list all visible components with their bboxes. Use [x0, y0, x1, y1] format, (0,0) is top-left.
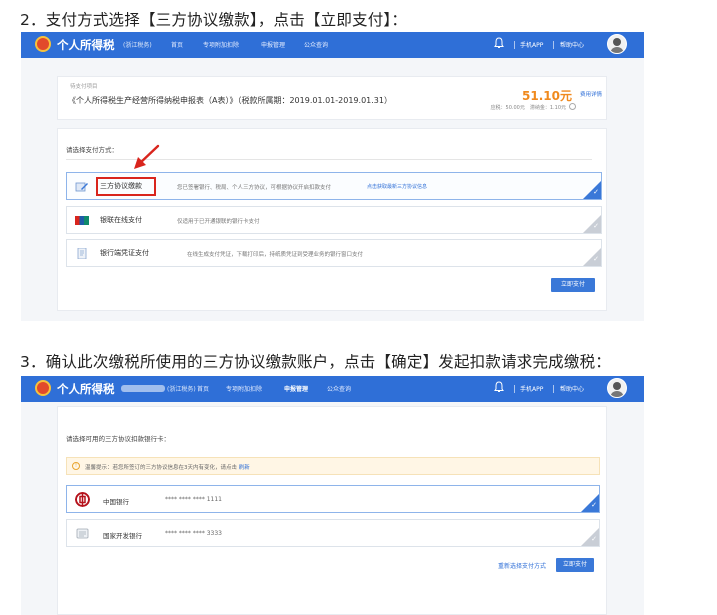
check-icon: ✓ — [591, 535, 597, 543]
bell-icon[interactable] — [494, 381, 504, 393]
option-description: 您已签署银行、税局、个人三方协议，可根据协议开启扣款支付 — [177, 185, 332, 191]
notice-text: 温馨提示：若您所签订的三方协议信息在3天内有变化，请点击 刷新 — [85, 463, 250, 471]
option-tripartite-payment[interactable]: 三方协议缴款 您已签署银行、税局、个人三方协议，可根据协议开启扣款支付 点击获取… — [66, 172, 602, 200]
user-avatar[interactable] — [607, 34, 627, 54]
bank-account-number: **** **** **** 3333 — [165, 530, 222, 537]
blurred-region — [121, 385, 165, 392]
step-2-heading: 2．支付方式选择【三方协议缴款】，点击【立即支付】： — [20, 11, 408, 29]
notice-banner: ! 温馨提示：若您所签订的三方协议信息在3天内有变化，请点击 刷新 — [66, 457, 600, 475]
pending-label: 待支付项目 — [70, 84, 98, 90]
mobile-app-link[interactable]: 手机APP — [520, 384, 543, 393]
option-unionpay-online[interactable]: 银联在线支付 仅适用于已开通银联的银行卡支付 ✓ — [66, 206, 602, 234]
amount-breakdown: 应税：50.00元 滞纳金：1.10元 — [490, 105, 566, 111]
bank-select-card: 请选择可用的三方协议扣款银行卡： ! 温馨提示：若您所签订的三方协议信息在3天内… — [57, 406, 607, 615]
payment-method-label: 请选择支付方式： — [66, 146, 118, 154]
pending-title: 《个人所得税生产经营所得纳税申报表（A表）》（税款所属期：2019.01.01-… — [68, 96, 392, 105]
bank-option-boc[interactable]: 中国银行 **** **** **** 1111 ✓ — [66, 485, 600, 513]
pending-payment-card: 待支付项目 《个人所得税生产经营所得纳税申报表（A表）》（税款所属期：2019.… — [57, 76, 607, 120]
check-icon: ✓ — [593, 188, 599, 196]
amount-due: 51.10元 — [522, 89, 572, 103]
warning-icon: ! — [72, 462, 80, 470]
bank-name: 中国银行 — [103, 498, 129, 506]
refresh-agreement-link[interactable]: 点击获取最新三方协议信息 — [367, 183, 427, 190]
nav-divider — [553, 41, 554, 49]
option-description: 在线生成支付凭证，下载打印后，持纸质凭证到受理业务的银行窗口支付 — [187, 252, 364, 258]
help-center-link[interactable]: 帮助中心 — [560, 40, 584, 49]
voucher-icon — [77, 248, 87, 259]
option-bank-voucher[interactable]: 银行端凭证支付 在线生成支付凭证，下载打印后，持纸质凭证到受理业务的银行窗口支付… — [66, 239, 602, 267]
notice-message: 温馨提示：若您所签订的三方协议信息在3天内有变化，请点击 — [85, 465, 238, 471]
app-subtitle: (浙江税务) — [167, 386, 196, 393]
nav-declaration[interactable]: 申报管理 — [284, 384, 308, 393]
bank-select-screenshot: 个人所得税 (浙江税务) 首页 专项附加扣除 申报管理 公众查询 手机APP 帮… — [21, 376, 644, 615]
nav-special-deduction[interactable]: 专项附加扣除 — [203, 40, 239, 49]
mobile-app-link[interactable]: 手机APP — [520, 40, 543, 49]
pay-now-button[interactable]: 立即支付 — [551, 278, 595, 292]
bank-select-label: 请选择可用的三方协议扣款银行卡： — [66, 435, 170, 443]
nav-home[interactable]: 首页 — [197, 384, 209, 393]
payment-method-screenshot: 个人所得税 (浙江税务) 首页 专项附加扣除 申报管理 公众查询 手机APP 帮… — [21, 32, 644, 321]
user-avatar[interactable] — [607, 378, 627, 398]
help-center-link[interactable]: 帮助中心 — [560, 384, 584, 393]
refresh-link[interactable]: 刷新 — [239, 465, 250, 471]
bank-option-cdb[interactable]: 国家开发银行 **** **** **** 3333 ✓ — [66, 519, 600, 547]
app-title: 个人所得税 — [57, 382, 115, 396]
fee-detail-link[interactable]: 费用详情 — [580, 90, 602, 98]
nav-divider — [514, 385, 515, 393]
check-icon: ✓ — [593, 255, 599, 263]
nav-special-deduction[interactable]: 专项附加扣除 — [226, 384, 262, 393]
nav-public-query[interactable]: 公众查询 — [327, 384, 351, 393]
step-3-heading: 3．确认此次缴税所使用的三方协议缴款账户，点击【确定】发起扣款请求完成缴税： — [20, 353, 611, 371]
reselect-payment-link[interactable]: 重新选择支付方式 — [498, 561, 546, 570]
option-name: 银联在线支付 — [100, 216, 142, 224]
option-name: 银行端凭证支付 — [100, 249, 149, 257]
bank-of-china-logo-icon — [75, 492, 90, 507]
nav-home[interactable]: 首页 — [171, 40, 183, 49]
pay-now-button[interactable]: 立即支付 — [556, 558, 594, 572]
check-icon: ✓ — [593, 222, 599, 230]
nav-declaration[interactable]: 申报管理 — [261, 40, 285, 49]
option-description: 仅适用于已开通银联的银行卡支付 — [177, 219, 260, 225]
nav-divider — [514, 41, 515, 49]
bank-name: 国家开发银行 — [103, 532, 142, 540]
nav-divider — [553, 385, 554, 393]
top-nav-bar: 个人所得税 (浙江税务) 首页 专项附加扣除 申报管理 公众查询 手机APP 帮… — [21, 32, 644, 58]
tax-emblem-icon — [35, 380, 51, 396]
bank-card-icon — [76, 528, 89, 539]
unionpay-icon — [75, 216, 89, 225]
pen-document-icon — [75, 182, 88, 192]
tax-emblem-icon — [35, 36, 51, 52]
nav-public-query[interactable]: 公众查询 — [304, 40, 328, 49]
info-icon[interactable] — [569, 103, 576, 110]
bank-account-number: **** **** **** 1111 — [165, 496, 222, 503]
top-nav-bar: 个人所得税 (浙江税务) 首页 专项附加扣除 申报管理 公众查询 手机APP 帮… — [21, 376, 644, 402]
app-title: 个人所得税 — [57, 38, 115, 52]
red-arrow-icon — [134, 144, 160, 169]
app-subtitle: (浙江税务) — [123, 42, 152, 49]
red-highlight-box — [96, 177, 156, 196]
bell-icon[interactable] — [494, 37, 504, 49]
check-icon: ✓ — [591, 501, 597, 509]
